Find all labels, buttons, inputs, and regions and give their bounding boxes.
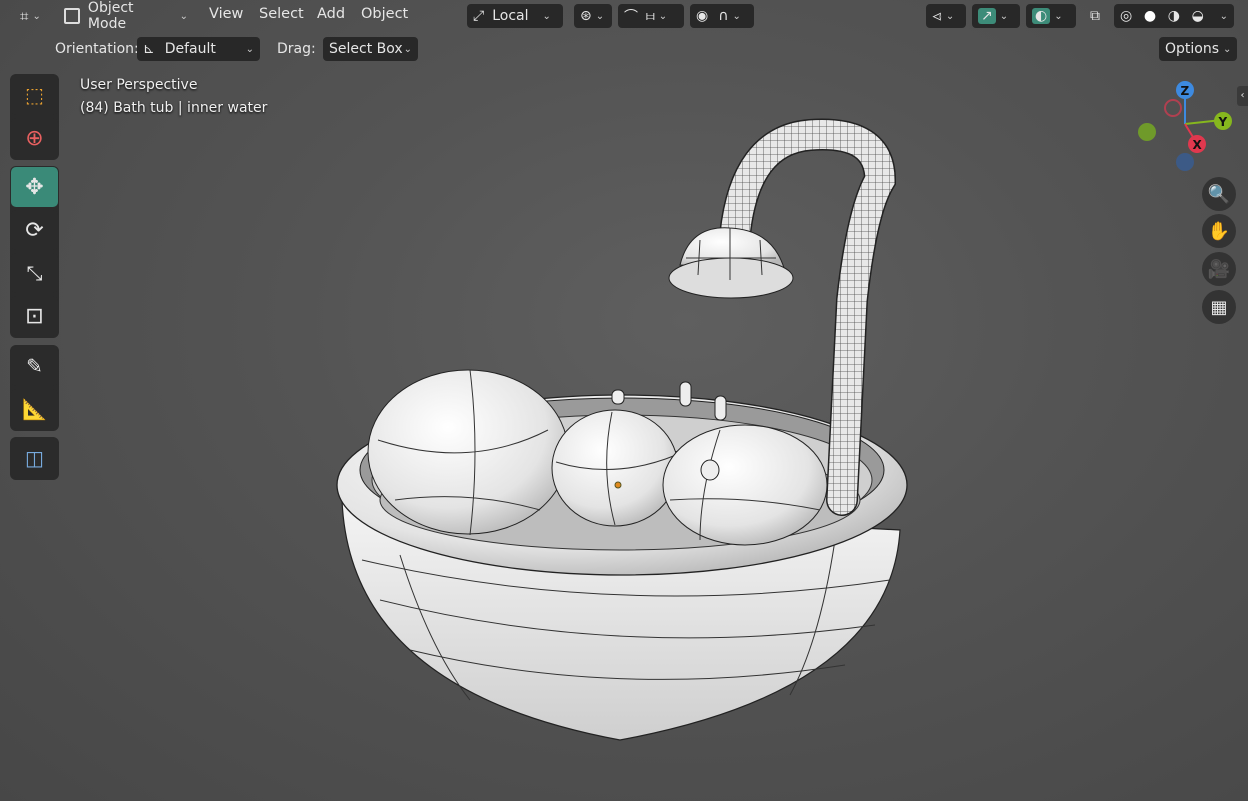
xray-icon: ⧉: [1090, 8, 1100, 24]
chevron-down-icon[interactable]: ⌄: [1220, 11, 1228, 22]
select-box-tool[interactable]: ⬚: [11, 75, 58, 115]
select-box-icon: ⬚: [25, 83, 44, 107]
add-cube-tool[interactable]: ◫: [11, 438, 58, 478]
overlays-toggle[interactable]: ◐ ⌄: [1026, 4, 1076, 28]
transform-orientation-dropdown[interactable]: ⤢ Local ⌄: [467, 4, 563, 28]
visibility-dropdown[interactable]: ⏿ ⌄: [926, 4, 966, 28]
cursor-icon: ⊕: [25, 125, 44, 151]
orientation-icon: ⤢: [473, 8, 485, 24]
measure-icon: 📐: [22, 397, 47, 421]
material-shading-icon[interactable]: ◑: [1168, 8, 1180, 24]
drag-dropdown[interactable]: Select Box ⌄: [323, 37, 418, 61]
pan-button[interactable]: ✋: [1202, 214, 1236, 248]
proportional-edit-icon: ◉: [696, 8, 709, 24]
options-label: Options: [1165, 41, 1220, 57]
mode-selector[interactable]: Object Mode ⌄: [58, 0, 194, 32]
navigation-gizmo[interactable]: Z Y X: [1132, 78, 1242, 178]
snap-controls[interactable]: ⌒ ⧦ ⌄: [618, 4, 684, 28]
overlays-icon: ◐: [1032, 8, 1051, 24]
3d-viewport[interactable]: ⌗ ⌄ Object Mode ⌄ View Select Add Object ⤢…: [0, 0, 1248, 801]
cursor-tool[interactable]: ⊕: [11, 118, 58, 158]
zoom-icon: 🔍: [1207, 183, 1231, 205]
menu-select[interactable]: Select: [259, 6, 304, 22]
transform-orientation-label: Local: [492, 8, 529, 24]
annotate-tool[interactable]: ✎: [11, 346, 58, 386]
camera-icon: 🎥: [1207, 258, 1231, 280]
options-dropdown[interactable]: Options ⌄: [1159, 37, 1237, 61]
hand-icon: ✋: [1207, 220, 1231, 242]
measure-tool[interactable]: 📐: [11, 389, 58, 429]
tool-settings-bar: Orientation: ⊾ Default ⌄ Drag: Select Box…: [0, 33, 1248, 65]
pivot-point-dropdown[interactable]: ⊛ ⌄: [574, 4, 612, 28]
orientation-dropdown[interactable]: ⊾ Default ⌄: [137, 37, 260, 61]
menu-add[interactable]: Add: [317, 6, 345, 22]
wireframe-shading-icon[interactable]: ◎: [1120, 8, 1132, 24]
add-cube-icon: ◫: [25, 446, 44, 470]
grid-editor-icon: ⌗: [20, 7, 29, 25]
xray-toggle[interactable]: ⧉: [1084, 4, 1108, 28]
move-tool[interactable]: ✥: [11, 167, 58, 207]
shading-mode-group: ◎ ● ◑ ◒ ⌄: [1114, 4, 1234, 28]
drag-label: Drag:: [277, 41, 316, 57]
rendered-shading-icon[interactable]: ◒: [1192, 8, 1204, 24]
annotate-icon: ✎: [26, 354, 43, 378]
drag-value: Select Box: [329, 41, 403, 57]
menu-view[interactable]: View: [209, 6, 243, 22]
move-icon: ✥: [25, 174, 44, 200]
grid-perspective-icon: ▦: [1210, 296, 1228, 318]
object-mode-icon: [64, 8, 80, 24]
scale-tool[interactable]: ⤡: [11, 253, 58, 293]
editor-type-button[interactable]: ⌗ ⌄: [14, 4, 50, 28]
bathtub-scene: [336, 118, 908, 741]
solid-shading-icon[interactable]: ●: [1144, 8, 1156, 24]
orientation-value: Default: [164, 41, 216, 57]
mode-label: Object Mode: [87, 0, 134, 32]
orientation-axes-icon: ⊾: [143, 41, 155, 57]
transform-tool[interactable]: ⊡: [11, 296, 58, 336]
pivot-icon: ⊛: [580, 8, 592, 24]
gizmo-toggle[interactable]: ↗ ⌄: [972, 4, 1020, 28]
falloff-icon: ∩: [718, 8, 729, 24]
proportional-edit-controls[interactable]: ◉ ∩ ⌄: [690, 4, 754, 28]
snap-icon: ⌒: [624, 9, 638, 25]
orientation-label: Orientation:: [55, 41, 139, 57]
gizmo-icon: ↗: [978, 8, 996, 24]
gizmo-z-label: Z: [1181, 84, 1190, 98]
view-name: User Perspective: [80, 77, 198, 93]
snap-increment-icon: ⧦: [646, 8, 655, 24]
perspective-toggle-button[interactable]: ▦: [1202, 290, 1236, 324]
zoom-button[interactable]: 🔍: [1202, 177, 1236, 211]
scale-icon: ⤡: [26, 261, 43, 285]
sidebar-toggle-icon[interactable]: ‹: [1237, 86, 1248, 106]
object-info: (84) Bath tub | inner water: [80, 100, 268, 116]
rotate-tool[interactable]: ⟳: [11, 210, 58, 250]
viewport-header: ⌗ ⌄ Object Mode ⌄ View Select Add Object ⤢…: [0, 0, 1248, 33]
visibility-icon: ⏿: [932, 8, 942, 24]
transform-icon: ⊡: [25, 303, 44, 329]
gizmo-y-label: Y: [1218, 115, 1228, 129]
menu-object[interactable]: Object: [361, 6, 408, 22]
camera-view-button[interactable]: 🎥: [1202, 252, 1236, 286]
rotate-icon: ⟳: [25, 217, 44, 243]
gizmo-x-label: X: [1193, 138, 1203, 152]
